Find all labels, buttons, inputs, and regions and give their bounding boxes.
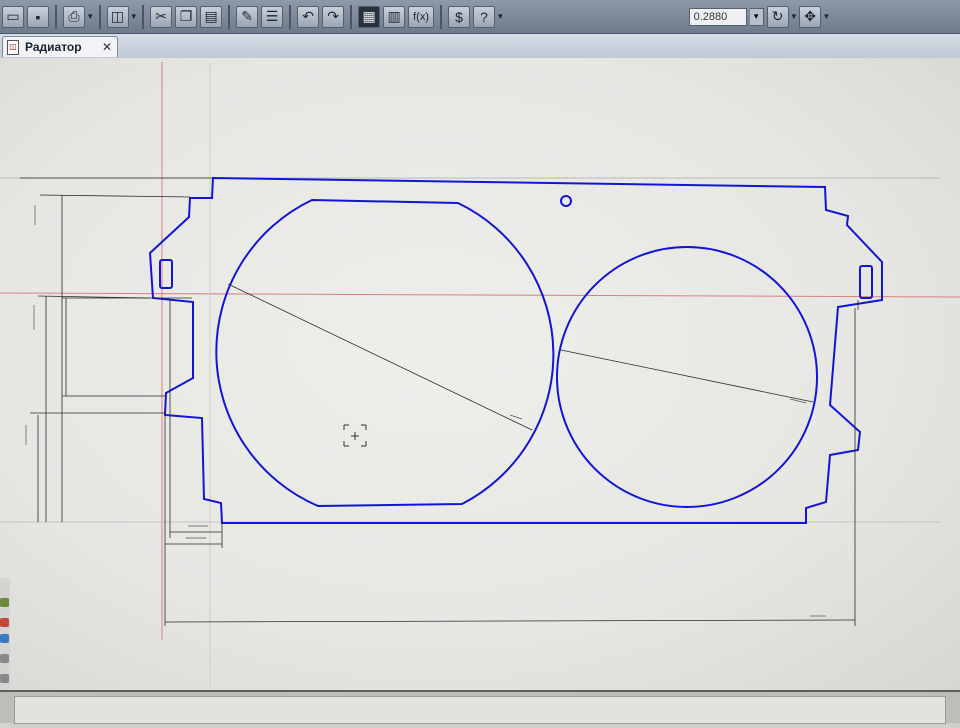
crosshair-cursor-icon: [343, 424, 367, 447]
small-diameter-dimension: [560, 349, 814, 403]
tool-icon[interactable]: [0, 674, 9, 683]
tool-icon[interactable]: [0, 618, 9, 627]
chevron-down-icon[interactable]: ▾: [824, 11, 829, 22]
drawing-canvas[interactable]: [0, 58, 960, 728]
toolbar-separator: [350, 4, 353, 29]
variables-icon[interactable]: $: [448, 5, 471, 28]
chevron-down-icon[interactable]: ▾: [498, 11, 503, 22]
redo-icon[interactable]: ↷: [322, 5, 345, 28]
zoom-refresh-icon[interactable]: ↻: [766, 5, 789, 28]
toolbar-separator: [98, 4, 101, 29]
zoom-input[interactable]: 0.2880: [688, 7, 747, 26]
dimension-text-marks: [25, 205, 826, 617]
axis-line-horizontal: [0, 292, 960, 298]
toolbar-separator: [289, 4, 292, 29]
preview-icon[interactable]: ◫: [106, 5, 129, 28]
close-icon[interactable]: ✕: [102, 40, 112, 54]
plate-outline: [148, 176, 883, 524]
tool-icon[interactable]: [0, 634, 9, 643]
print-icon[interactable]: ⎙: [63, 5, 85, 28]
cut-icon[interactable]: ✂: [150, 5, 173, 28]
horizontal-dimensions: [164, 300, 859, 626]
status-panel: [14, 696, 946, 724]
drawing-svg: [0, 62, 960, 690]
table-icon[interactable]: ▥: [383, 5, 406, 28]
vertical-dimensions: [20, 177, 212, 522]
properties-icon[interactable]: ☰: [261, 5, 284, 28]
chevron-down-icon[interactable]: ▾: [132, 11, 137, 22]
help-icon[interactable]: ?: [473, 5, 496, 28]
main-toolbar: ▭ ▪ ⎙ ▾ ◫ ▾ ✂ ❐ ▤ ✎ ☰ ↶ ↷ ▦ ▥ f(x) $ ? ▾…: [0, 0, 960, 34]
right-slot: [859, 265, 873, 299]
toolbar-separator: [142, 4, 145, 29]
copy-icon[interactable]: ❐: [175, 5, 198, 28]
drawing-doc-icon: ◫: [7, 39, 19, 55]
tool-icon[interactable]: [0, 598, 9, 607]
toolbar-separator: [228, 4, 231, 29]
tree-icon[interactable]: ▦: [358, 5, 381, 28]
toolbar-separator: [55, 4, 57, 29]
undo-icon[interactable]: ↶: [297, 5, 320, 28]
tab-label: Радиатор: [25, 40, 82, 54]
tool-icon[interactable]: [0, 654, 9, 663]
tab-radiator[interactable]: ◫ Радиатор ✕: [2, 36, 118, 57]
status-bar: [0, 690, 960, 724]
chevron-down-icon[interactable]: ▾: [88, 11, 93, 22]
document-tab-bar: ◫ Радиатор ✕: [0, 34, 960, 59]
brush-icon[interactable]: ✎: [236, 5, 259, 28]
function-icon[interactable]: f(x): [408, 5, 435, 28]
zoom-dropdown-icon[interactable]: ▾: [749, 7, 764, 26]
mounting-hole: [560, 195, 572, 207]
pan-icon[interactable]: ✥: [799, 5, 822, 28]
save-icon[interactable]: ▪: [27, 5, 49, 28]
toolbar-separator: [440, 4, 443, 29]
large-fan-cutout: [215, 198, 555, 508]
new-doc-icon[interactable]: ▭: [2, 5, 24, 28]
large-diameter-dimension: [227, 283, 533, 431]
chevron-down-icon[interactable]: ▾: [792, 11, 797, 22]
small-fan-cutout: [556, 246, 818, 508]
paste-icon[interactable]: ▤: [200, 5, 223, 28]
